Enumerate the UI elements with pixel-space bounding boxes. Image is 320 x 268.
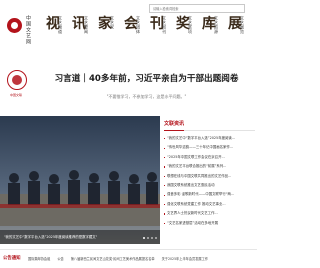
headline-title[interactable]: 习言道｜40多年前，习近平亲自为干部出题阅卷 [0,72,257,84]
news-item[interactable]: “我的文艺平台联合推出的“前展”系列... [164,162,257,171]
nav-sub-label: 文艺资源 [214,16,219,34]
nav-item-shi[interactable]: 视 文艺频道 [46,16,68,50]
banner-pager [142,236,157,239]
news-item[interactable]: “我的文艺中“数字平台入选”2025年度阅读... [164,134,257,143]
notice-bar: 公告通知 国际集邮协会组 公告 第八届新西兰民间文艺山花奖·民间工艺美术作品展提… [0,249,257,268]
news-banner[interactable]: "我的文艺中“数字平台入选”2025年度阅读推荐的是数字藏文" [0,116,160,244]
search-box[interactable] [149,4,245,13]
headline-subtitle: "不要惟学习，不参加学习，这是水平问题。" [106,94,187,99]
notice-item[interactable]: 第八届新西兰民间文艺山花奖·民间工艺美术作品展提名名单 [71,257,155,261]
news-item[interactable]: 强音多彩 讴歌新时代——中国文联举行“两... [164,190,257,199]
site-logo[interactable] [3,13,25,45]
news-item[interactable]: “2025年中国文联工作会议在京召开... [164,153,257,162]
nav-item-ku[interactable]: 库 文艺资源 [202,16,224,50]
nav-sub-label: 文艺报刊 [162,16,167,34]
news-item[interactable]: 强化文联系统党建工作 推动文艺事业... [164,200,257,209]
nav-item-xun[interactable]: 讯 文艺要闻 [72,16,94,50]
main-nav: 视 文艺频道 讯 文艺要闻 家 文艺家 会 文艺团体 刊 文艺报刊 奖 文艺奖项… [46,16,257,50]
logo-seal-icon [7,18,22,33]
notice-label[interactable]: 公告通知 [3,255,21,261]
nav-sub-label: 文艺频道 [58,16,63,34]
news-item[interactable]: 联想在线与中国文联共同推出的文艺作品... [164,172,257,181]
nav-item-kan[interactable]: 刊 文艺报刊 [150,16,172,50]
news-panel: 文联资讯 “我的文艺中“数字平台入选”2025年度阅读... “传世风华遗韵——… [164,120,257,244]
nav-item-zhan[interactable]: 展 文艺展览 [228,16,250,50]
site-header: EN 中国文艺网 视 文艺频道 讯 文艺要闻 家 文艺家 会 文艺团体 刊 文艺… [0,0,257,60]
seal-caption: 中国文联 [10,93,23,97]
news-panel-title[interactable]: 文联资讯 [164,120,184,127]
nav-sub-label: 文艺展览 [240,16,245,34]
banner-photo [0,170,160,226]
news-item[interactable]: 文艺界人士热议新时代文艺工作... [164,209,257,218]
notice-item[interactable]: 公告 [57,257,63,261]
nav-sub-label: 文艺要闻 [84,16,89,34]
nav-sub-label: 文艺团体 [136,16,141,34]
pager-dot[interactable] [150,236,153,239]
pager-dot[interactable] [154,236,157,239]
notice-items: 国际集邮协会组 公告 第八届新西兰民间文艺山花奖·民间工艺美术作品展提名名单 关… [28,256,257,261]
banner-caption[interactable]: "我的文艺中“数字平台入选”2025年度阅读推荐的是数字藏文" [0,230,160,244]
notice-item[interactable]: 国际集邮协会组 [28,257,50,261]
news-item[interactable]: “传世风华遗韵——三十年记中国画名家作... [164,143,257,152]
nav-item-hui[interactable]: 会 文艺团体 [124,16,146,50]
logo-text: 中国文艺网 [25,15,31,45]
search-input[interactable] [153,5,244,12]
news-item[interactable]: 我国文联系统推出文艺惠民活动 [164,181,257,190]
nav-item-jia[interactable]: 家 文艺家 [98,16,120,50]
nav-item-jiang[interactable]: 奖 文艺奖项 [176,16,198,50]
news-list: “我的文艺中“数字平台入选”2025年度阅读... “传世风华遗韵——三十年记中… [164,134,257,228]
nav-sub-label: 文艺家 [110,16,115,30]
notice-item[interactable]: 关于2025年上半年会员发展工作 [162,257,208,261]
nav-sub-label: 文艺奖项 [188,16,193,34]
pager-dot[interactable] [146,236,149,239]
pager-dot[interactable] [142,236,145,239]
divider-accent [164,129,184,131]
news-item[interactable]: “文艺名家进基层”活动在多地开展 [164,219,257,228]
